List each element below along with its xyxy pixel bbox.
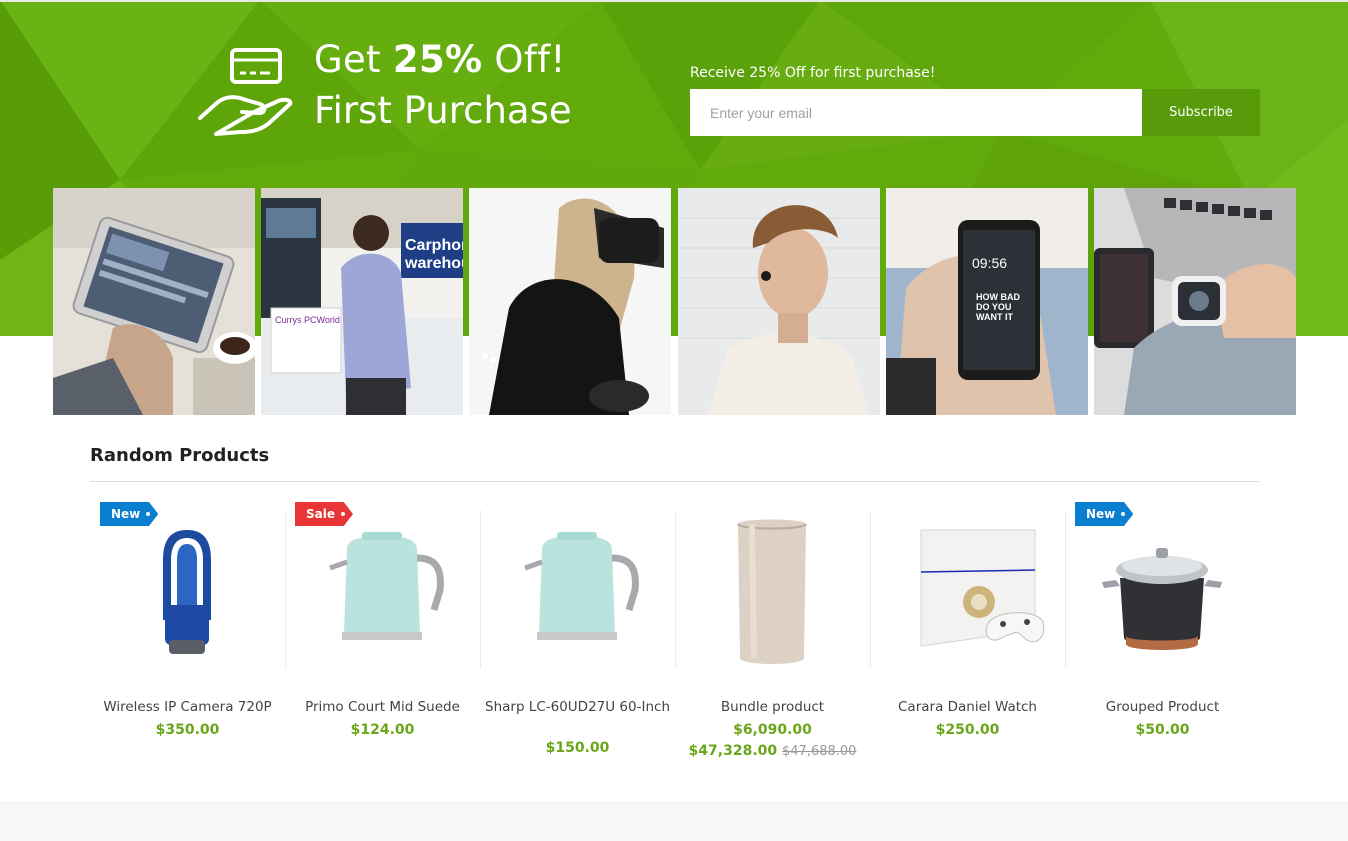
offer-headline: Get 25% Off!: [314, 38, 566, 81]
product-image[interactable]: [302, 510, 462, 670]
product-name[interactable]: Bundle product: [680, 698, 865, 716]
product-name[interactable]: Grouped Product: [1070, 698, 1255, 716]
product-image[interactable]: [497, 510, 657, 670]
svg-text:DO YOU: DO YOU: [976, 302, 1011, 312]
subscribe-caption: Receive 25% Off for first purchase!: [690, 65, 936, 81]
product-price: $6,090.00: [733, 722, 812, 738]
svg-text:HOW BAD: HOW BAD: [976, 292, 1020, 302]
svg-text:Currys PCWorld: Currys PCWorld: [275, 315, 340, 325]
product-card[interactable]: New Wireless IP Camera 720P $350.00: [90, 502, 285, 772]
product-card[interactable]: Bundle product $6,090.00 $47,328.00 $47,…: [675, 502, 870, 772]
sale-badge: Sale: [295, 502, 353, 526]
smartphone-photo[interactable]: 09:56 HOW BAD DO YOU WANT IT: [886, 188, 1088, 415]
card-in-hand-icon: [198, 48, 293, 136]
product-divider: [1065, 510, 1066, 668]
product-image[interactable]: [1082, 510, 1242, 670]
product-price-range: $47,328.00 $47,688.00: [675, 743, 870, 759]
section-divider: [90, 481, 1260, 482]
product-image[interactable]: [887, 510, 1047, 670]
new-badge: New: [1075, 502, 1134, 526]
product-divider: [285, 510, 286, 668]
product-name[interactable]: Sharp LC-60UD27U 60-Inch: [485, 698, 670, 716]
svg-text:09:56: 09:56: [972, 255, 1007, 271]
product-old-price: $47,688.00: [782, 744, 857, 759]
product-image[interactable]: [107, 510, 267, 670]
product-image[interactable]: [692, 510, 852, 670]
product-divider: [480, 510, 481, 668]
product-price: $150.00: [545, 740, 610, 756]
store-customer-photo[interactable]: Carphon warehou Currys PCWorld: [261, 188, 463, 415]
subscribe-button[interactable]: Subscribe: [1142, 89, 1260, 136]
new-badge: New: [100, 502, 159, 526]
product-divider: [870, 510, 871, 668]
product-name[interactable]: Wireless IP Camera 720P: [95, 698, 280, 716]
earbud-man-photo[interactable]: [678, 188, 880, 415]
product-sale-price: $47,328.00: [688, 743, 778, 759]
tablet-photo[interactable]: [53, 188, 255, 415]
footer-band: [0, 801, 1348, 841]
svg-text:WANT IT: WANT IT: [976, 312, 1013, 322]
product-name[interactable]: Carara Daniel Watch: [875, 698, 1060, 716]
product-card[interactable]: Sharp LC-60UD27U 60-Inch $150.00: [480, 502, 675, 772]
vr-headset-photo[interactable]: [469, 188, 671, 415]
page: Get 25% Off! First Purchase Receive 25% …: [0, 0, 1348, 841]
offer-percentage: 25%: [392, 38, 483, 81]
product-divider: [675, 510, 676, 668]
top-strip: [0, 0, 1348, 2]
product-card[interactable]: Sale Primo Court Mid Suede $124.00: [285, 502, 480, 772]
svg-text:Carphon: Carphon: [405, 237, 463, 254]
product-name[interactable]: Primo Court Mid Suede: [290, 698, 475, 716]
section-title: Random Products: [90, 445, 270, 466]
product-price: $350.00: [155, 722, 220, 738]
product-price: $124.00: [350, 722, 415, 738]
product-price: $50.00: [1135, 722, 1190, 738]
product-card[interactable]: Carara Daniel Watch $250.00: [870, 502, 1065, 772]
offer-subheadline: First Purchase: [314, 89, 572, 132]
smartwatch-photo[interactable]: [1094, 188, 1296, 415]
svg-text:warehou: warehou: [404, 255, 463, 272]
email-input[interactable]: [690, 89, 1142, 136]
product-price: $250.00: [935, 722, 1000, 738]
product-card[interactable]: New Grouped Product $50.00: [1065, 502, 1260, 772]
